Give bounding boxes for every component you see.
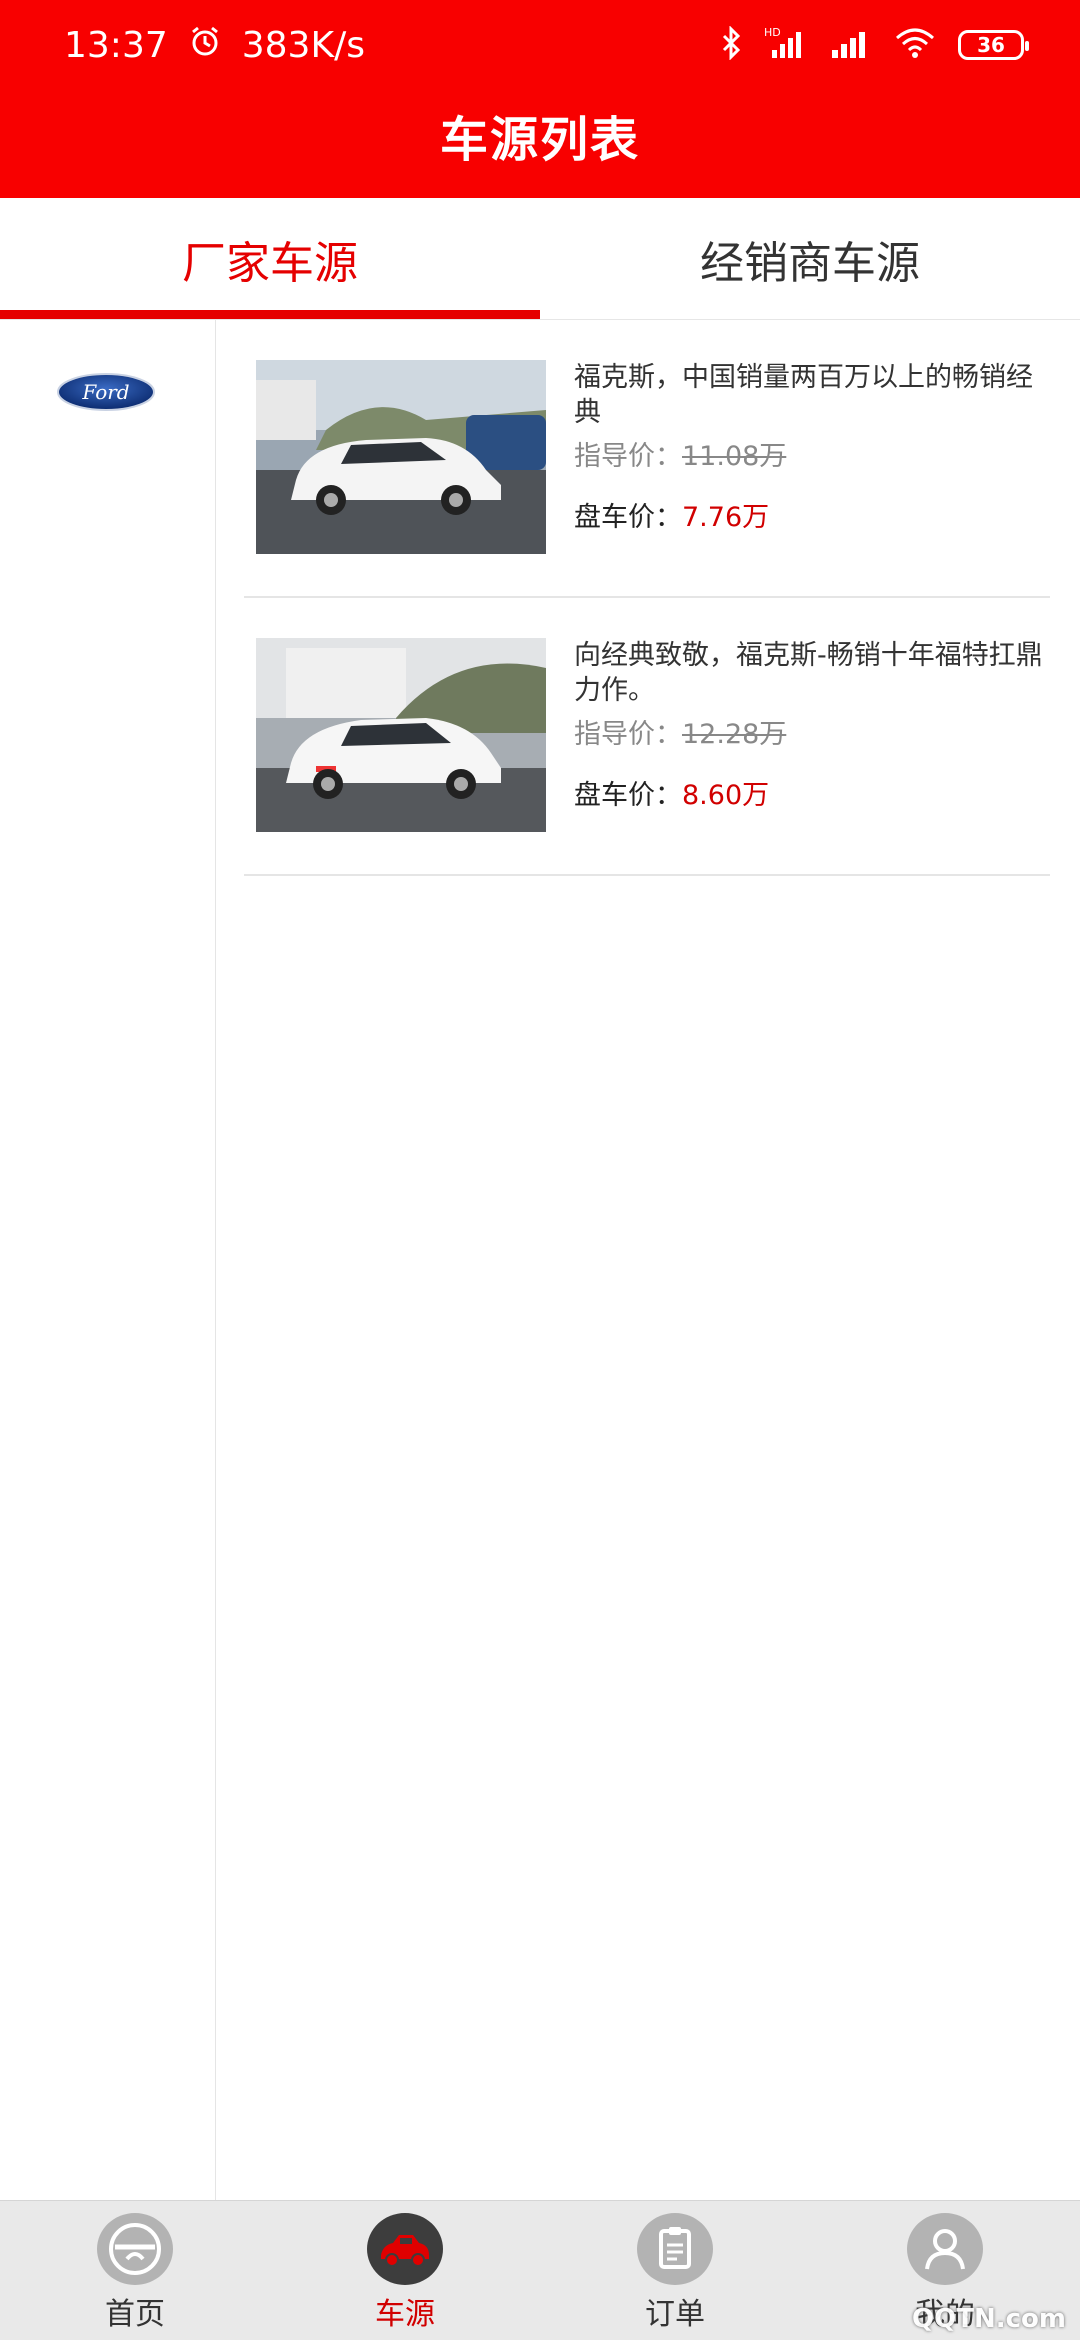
bluetooth-icon [720,25,742,64]
battery-level: 36 [977,33,1005,57]
listing-item[interactable]: 向经典致敬，福克斯-畅销十年福特扛鼎力作。 指导价：12.28万 盘车价：8.6… [244,598,1050,876]
source-tabs: 厂家车源 经销商车源 [0,198,1080,320]
pan-price-value: 8.60万 [682,780,770,811]
listing-item[interactable]: 福克斯，中国销量两百万以上的畅销经典 指导价：11.08万 盘车价：7.76万 [244,320,1050,598]
ford-logo-icon[interactable]: Ford [56,372,156,412]
status-time: 13:37 [64,24,168,66]
tab-dealer-source[interactable]: 经销商车源 [540,198,1080,320]
car-photo [256,638,546,832]
tab-active-indicator [0,310,540,319]
pan-price-value: 7.76万 [682,502,770,533]
watermark: QQTN.com [912,2304,1066,2334]
listing-title: 福克斯，中国销量两百万以上的畅销经典 [574,362,1033,428]
guide-price-row: 指导价：12.28万 [574,712,1044,751]
nav-orders[interactable]: 订单 [615,2213,735,2333]
network-speed: 383K/s [241,24,365,66]
pan-price-label: 盘车价： [574,780,682,811]
tab-label: 经销商车源 [700,238,920,289]
battery-icon: 36 [958,30,1029,60]
hd-signal-icon: HD [764,26,808,64]
nav-home[interactable]: 首页 [75,2213,195,2333]
svg-text:HD: HD [764,26,781,39]
tab-label: 厂家车源 [182,238,358,289]
listing-title: 向经典致敬，福克斯-畅销十年福特扛鼎力作。 [574,640,1043,706]
car-photo [256,360,546,554]
guide-price-label: 指导价： [574,719,682,750]
car-icon [367,2213,443,2285]
guide-price-value: 12.28万 [682,719,787,750]
alarm-icon [188,24,222,67]
signal-icon [830,26,872,64]
guide-price-label: 指导价： [574,441,682,472]
brand-sidebar: Ford [0,320,216,2200]
pan-price-row: 盘车价：7.76万 [574,495,1044,534]
clipboard-icon [637,2213,713,2285]
nav-label: 订单 [645,2297,705,2332]
home-icon [97,2213,173,2285]
pan-price-label: 盘车价： [574,502,682,533]
nav-car-source[interactable]: 车源 [345,2213,465,2333]
tab-manufacturer-source[interactable]: 厂家车源 [0,198,540,320]
bottom-nav: 首页 车源 订单 我的 QQTN.com [0,2200,1080,2340]
guide-price-value: 11.08万 [682,441,787,472]
user-icon [907,2213,983,2285]
nav-label: 车源 [375,2297,435,2332]
nav-label: 首页 [105,2297,165,2332]
status-bar: 13:37 383K/s HD 36 [0,0,1080,90]
app-header: 13:37 383K/s HD 36 车源列表 [0,0,1080,198]
wifi-icon [894,26,936,64]
pan-price-row: 盘车价：8.60万 [574,773,1044,812]
guide-price-row: 指导价：11.08万 [574,434,1044,473]
ford-logo-text: Ford [81,380,129,404]
page-title: 车源列表 [439,112,640,168]
